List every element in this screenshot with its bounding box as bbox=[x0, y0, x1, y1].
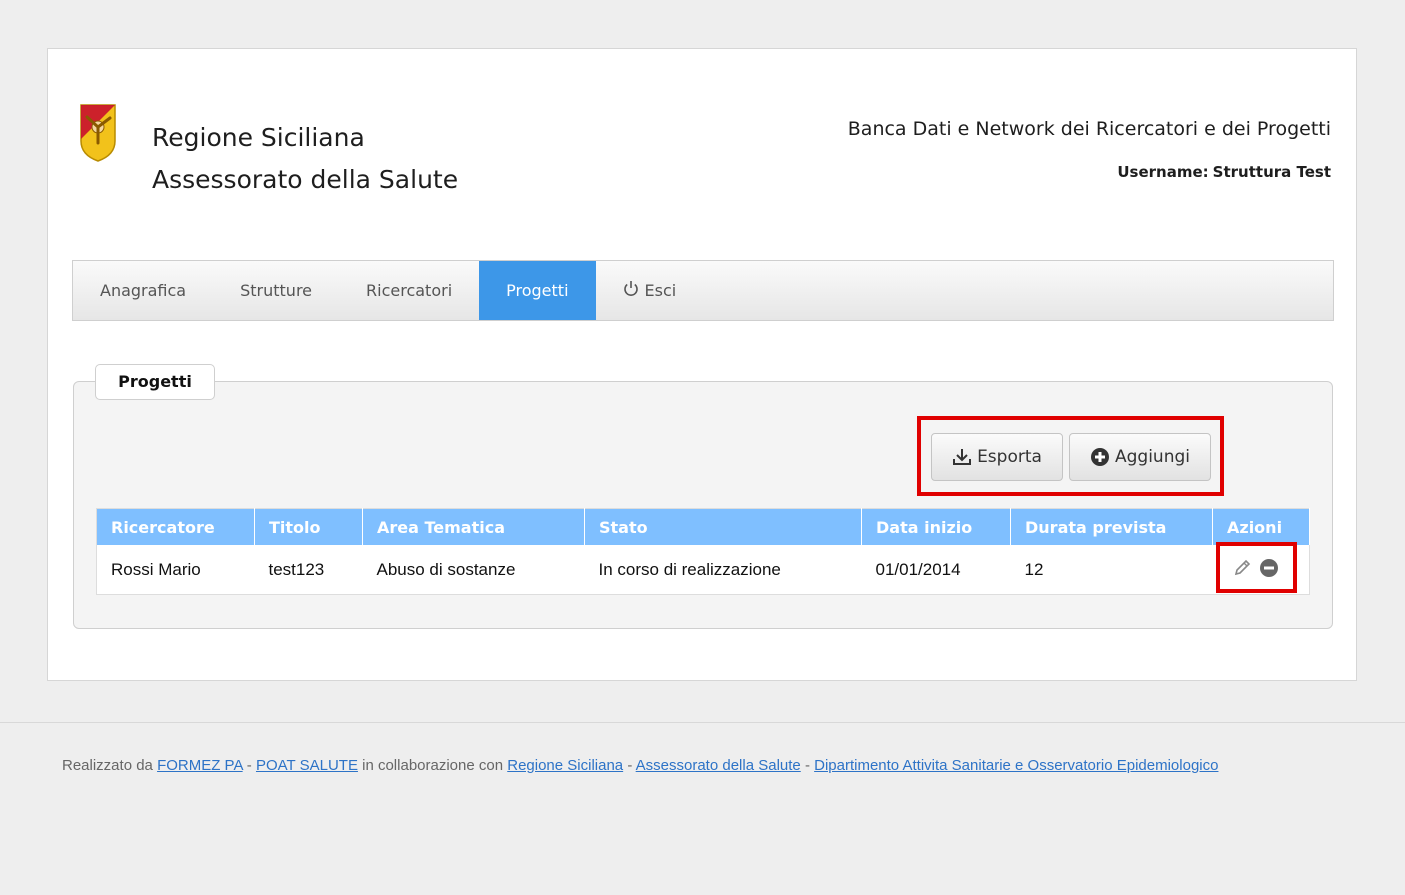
nav-item-esci[interactable]: Esci bbox=[596, 261, 704, 320]
cell-azioni bbox=[1213, 542, 1310, 595]
footer-link-poat-salute[interactable]: POAT SALUTE bbox=[256, 757, 358, 774]
column-header-data-inizio[interactable]: Data inizio bbox=[861, 508, 1011, 545]
column-header-stato[interactable]: Stato bbox=[584, 508, 862, 545]
column-header-azioni: Azioni bbox=[1212, 508, 1310, 545]
app-title: Banca Dati e Network dei Ricercatori e d… bbox=[847, 118, 1331, 140]
footer-link-formez-pa[interactable]: FORMEZ PA bbox=[157, 757, 243, 774]
column-header-titolo[interactable]: Titolo bbox=[254, 508, 363, 545]
toolbar-highlight: Esporta Aggiungi bbox=[917, 416, 1224, 496]
username-label: Username: bbox=[1117, 163, 1209, 181]
organization-name: Regione Siciliana Assessorato della Salu… bbox=[152, 117, 458, 201]
column-header-area-tematica[interactable]: Area Tematica bbox=[362, 508, 585, 545]
export-button-label: Esporta bbox=[977, 447, 1042, 467]
footer-link-dipartimento[interactable]: Dipartimento Attivita Sanitarie e Osserv… bbox=[814, 757, 1218, 774]
edit-icon[interactable] bbox=[1233, 559, 1251, 577]
projects-table: Ricercatore Titolo Area Tematica Stato D… bbox=[96, 508, 1310, 595]
cell-area-tematica: Abuso di sostanze bbox=[376, 559, 516, 579]
main-navbar: Anagrafica Strutture Ricercatori Progett… bbox=[72, 260, 1334, 321]
cell-durata-prevista: 12 bbox=[1024, 559, 1044, 579]
row-actions-highlight bbox=[1215, 542, 1297, 593]
nav-item-progetti[interactable]: Progetti bbox=[479, 261, 596, 320]
cell-ricercatore: Rossi Mario bbox=[111, 559, 201, 579]
sicily-coat-of-arms-logo bbox=[80, 104, 116, 162]
add-button-label: Aggiungi bbox=[1115, 447, 1190, 467]
main-card: Regione Siciliana Assessorato della Salu… bbox=[47, 48, 1357, 681]
nav-item-ricercatori[interactable]: Ricercatori bbox=[339, 261, 479, 320]
footer-link-regione-siciliana[interactable]: Regione Siciliana bbox=[507, 757, 623, 774]
export-button[interactable]: Esporta bbox=[931, 433, 1063, 481]
username-value: Struttura Test bbox=[1212, 163, 1331, 181]
cell-data-inizio: 01/01/2014 bbox=[875, 559, 961, 579]
column-header-durata-prevista[interactable]: Durata prevista bbox=[1010, 508, 1213, 545]
footer-separator: - bbox=[804, 757, 810, 774]
username-display: Username: Struttura Test bbox=[1117, 163, 1331, 181]
remove-icon[interactable] bbox=[1259, 558, 1279, 578]
projects-panel-title: Progetti bbox=[95, 364, 215, 400]
footer-separator: - bbox=[627, 757, 633, 774]
table-row: Rossi Mario test123 Abuso di sostanze In… bbox=[97, 542, 1310, 595]
nav-item-esci-label: Esci bbox=[644, 281, 677, 300]
download-icon bbox=[953, 449, 972, 465]
organization-line-1: Regione Siciliana bbox=[152, 123, 365, 152]
footer-link-assessorato-salute[interactable]: Assessorato della Salute bbox=[636, 757, 801, 774]
organization-line-2: Assessorato della Salute bbox=[152, 165, 459, 194]
table-header-row: Ricercatore Titolo Area Tematica Stato D… bbox=[96, 508, 1310, 545]
column-header-ricercatore[interactable]: Ricercatore bbox=[96, 508, 255, 545]
plus-circle-icon bbox=[1091, 448, 1109, 466]
cell-titolo: test123 bbox=[268, 559, 325, 579]
cell-stato: In corso di realizzazione bbox=[598, 559, 781, 579]
footer-divider bbox=[0, 722, 1405, 723]
footer-prefix: Realizzato da bbox=[62, 757, 153, 774]
nav-item-anagrafica[interactable]: Anagrafica bbox=[73, 261, 213, 320]
power-icon bbox=[623, 281, 638, 296]
footer-credits: Realizzato da FORMEZ PA - POAT SALUTE in… bbox=[62, 757, 1218, 774]
footer-middle-text: in collaborazione con bbox=[362, 757, 504, 774]
nav-item-strutture[interactable]: Strutture bbox=[213, 261, 339, 320]
add-button[interactable]: Aggiungi bbox=[1069, 433, 1211, 481]
footer-separator: - bbox=[246, 757, 252, 774]
